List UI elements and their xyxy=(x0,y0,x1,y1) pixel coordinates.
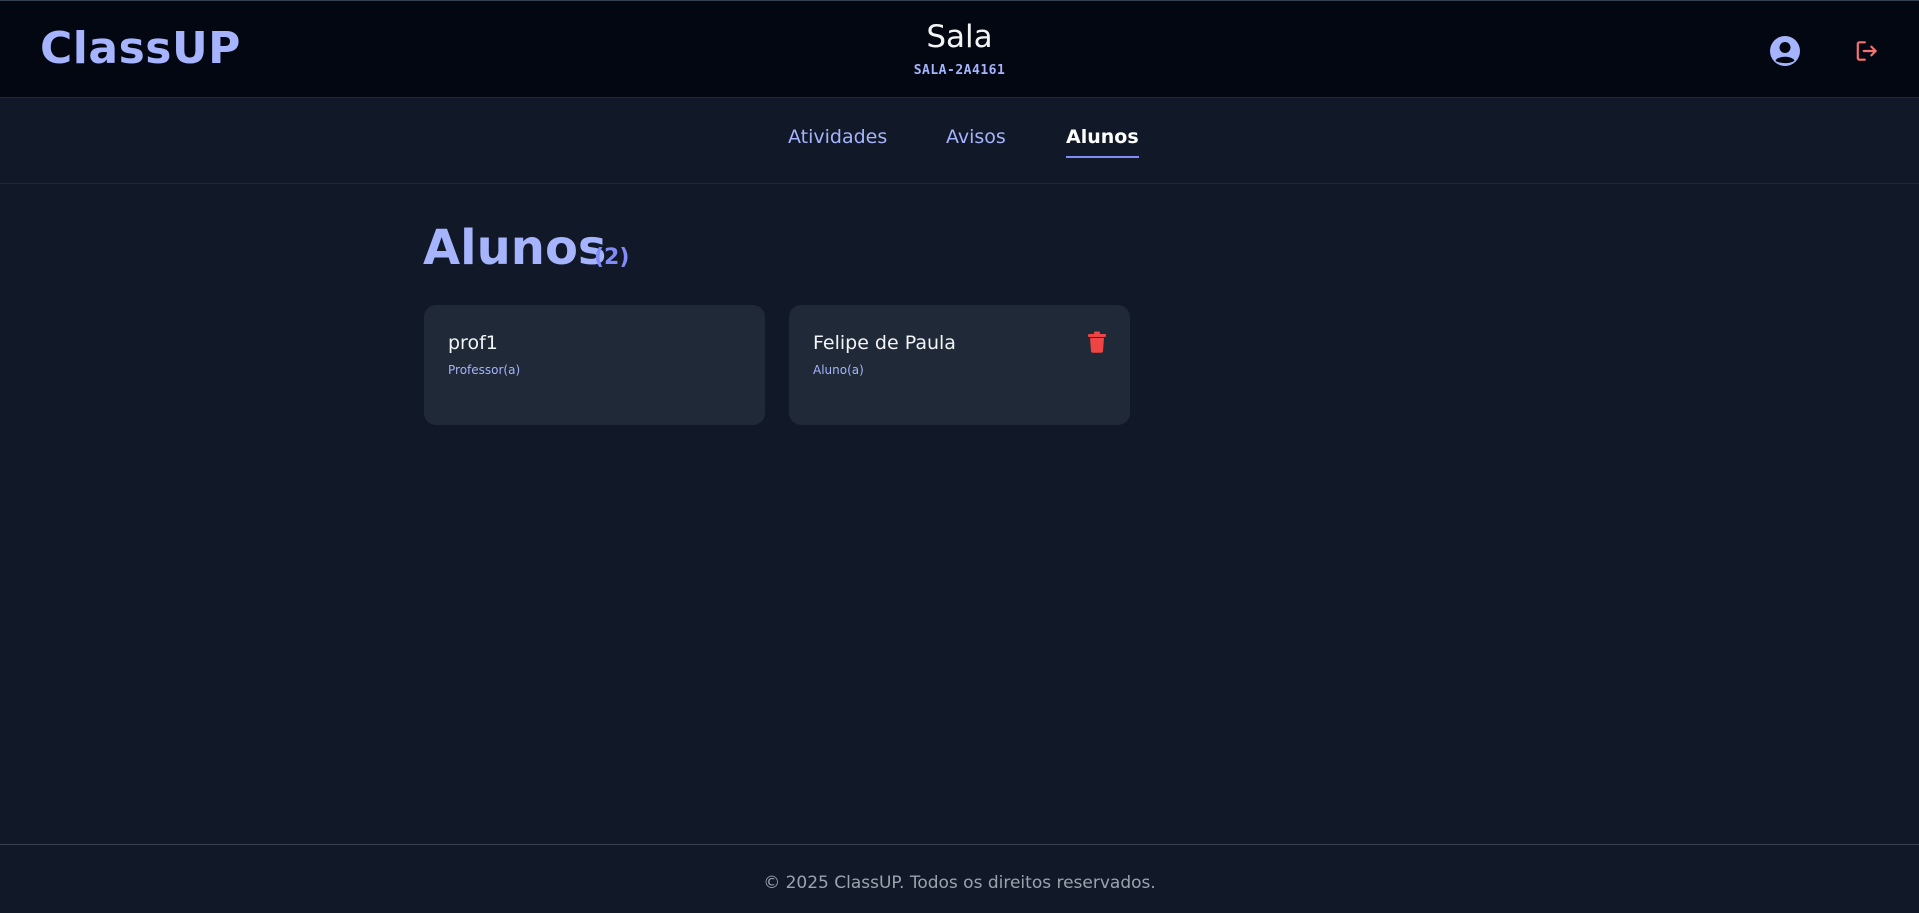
tab-atividades[interactable]: Atividades xyxy=(788,126,887,156)
remove-member-button[interactable] xyxy=(1087,331,1107,353)
member-card: Felipe de Paula Aluno(a) xyxy=(789,305,1130,425)
room-code: SALA-2A4161 xyxy=(913,63,1006,78)
member-role: Aluno(a) xyxy=(813,363,864,377)
member-card: prof1 Professor(a) xyxy=(424,305,765,425)
profile-button[interactable] xyxy=(1769,35,1801,67)
page-title: Alunos xyxy=(423,220,607,276)
tab-alunos[interactable]: Alunos xyxy=(1066,126,1139,158)
member-name: prof1 xyxy=(448,332,498,354)
logout-button[interactable] xyxy=(1854,38,1880,64)
member-count: (2) xyxy=(594,245,630,270)
copyright-text: © 2025 ClassUP. Todos os direitos reserv… xyxy=(763,873,1156,893)
tab-avisos[interactable]: Avisos xyxy=(946,126,1006,156)
user-circle-icon xyxy=(1770,36,1800,66)
top-header: ClassUP Sala SALA-2A4161 xyxy=(0,0,1919,98)
page-footer: © 2025 ClassUP. Todos os direitos reserv… xyxy=(0,844,1919,913)
trash-icon xyxy=(1088,331,1106,353)
member-role: Professor(a) xyxy=(448,363,521,377)
member-name: Felipe de Paula xyxy=(813,332,956,354)
logout-icon xyxy=(1856,41,1877,61)
section-tabs: Atividades Avisos Alunos xyxy=(0,98,1919,184)
room-title: Sala xyxy=(926,19,993,55)
